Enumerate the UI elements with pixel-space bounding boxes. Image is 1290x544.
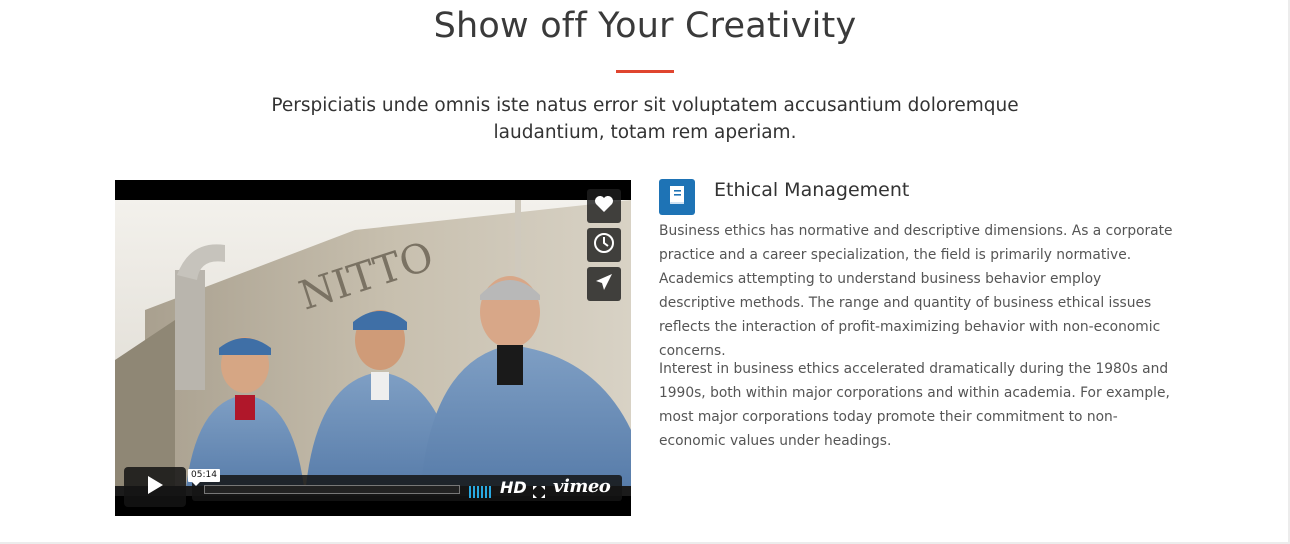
video-frame-image: NITTO — [115, 200, 631, 496]
share-button[interactable] — [587, 267, 621, 301]
heart-icon — [594, 195, 614, 217]
video-duration-badge: 05:14 — [188, 469, 220, 486]
video-player[interactable]: NITTO HD vimeo 05:14 — [115, 180, 631, 516]
section-title: Show off Your Creativity — [433, 6, 857, 46]
hd-quality-toggle[interactable]: HD — [500, 479, 527, 497]
feature-paragraph: Business ethics has normative and descri… — [659, 223, 1173, 359]
video-control-bar: HD vimeo — [192, 475, 622, 501]
feature-icon-badge — [659, 179, 695, 215]
send-icon — [594, 272, 614, 296]
feature-paragraph: Interest in business ethics accelerated … — [659, 361, 1170, 449]
vimeo-logo[interactable]: vimeo — [553, 477, 611, 497]
play-button[interactable] — [124, 467, 186, 507]
title-divider — [616, 70, 674, 73]
progress-bar[interactable] — [204, 485, 460, 494]
feature-title: Ethical Management — [714, 179, 910, 201]
book-icon — [665, 183, 689, 211]
clock-icon — [593, 232, 615, 258]
volume-icon[interactable] — [469, 483, 493, 502]
play-icon — [146, 475, 164, 499]
fullscreen-icon[interactable] — [533, 483, 545, 502]
watch-later-button[interactable] — [587, 228, 621, 262]
section-subtitle: Perspiciatis unde omnis iste natus error… — [271, 95, 1019, 143]
like-button[interactable] — [587, 189, 621, 223]
